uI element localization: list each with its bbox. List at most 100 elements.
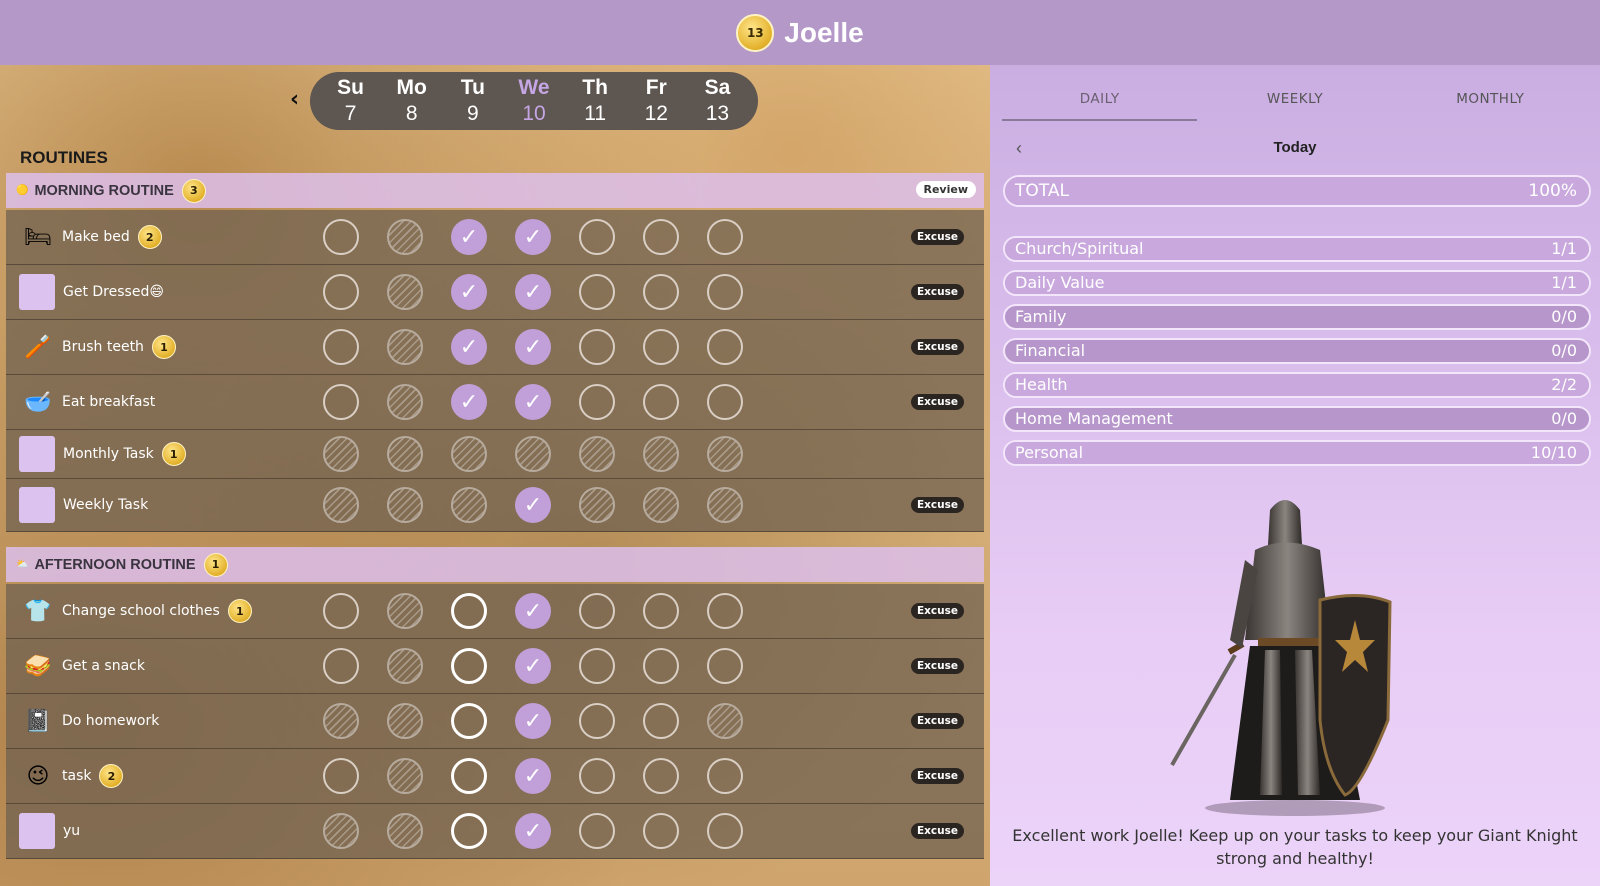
day-check-circle[interactable] <box>643 274 679 310</box>
completed-check-icon[interactable]: ✓ <box>451 384 487 420</box>
completed-check-icon[interactable]: ✓ <box>515 703 551 739</box>
day-check-circle[interactable] <box>707 219 743 255</box>
day-check-circle[interactable] <box>707 648 743 684</box>
completed-check-icon[interactable]: ✓ <box>515 384 551 420</box>
excuse-button[interactable]: Excuse <box>910 497 964 513</box>
day-we[interactable]: We 10 <box>503 75 564 127</box>
day-check-circle[interactable] <box>579 648 615 684</box>
completed-check-icon[interactable]: ✓ <box>451 329 487 365</box>
review-button[interactable]: Review <box>915 181 976 198</box>
tab-monthly[interactable]: MONTHLY <box>1393 87 1588 121</box>
day-check-circle[interactable] <box>323 648 359 684</box>
day-check-circle[interactable] <box>643 758 679 794</box>
bed-icon: 🛏 <box>24 224 52 250</box>
day-check-circle[interactable] <box>643 384 679 420</box>
prev-week-chevron-icon[interactable]: ‹ <box>290 87 299 112</box>
day-check-circle <box>643 487 679 523</box>
day-date: 11 <box>584 102 607 125</box>
excuse-button[interactable]: Excuse <box>910 284 964 300</box>
excuse-button[interactable]: Excuse <box>910 658 964 674</box>
category-bar: Church/Spiritual 1/1 <box>1003 236 1591 262</box>
day-check-circle[interactable] <box>707 329 743 365</box>
task-row: yu ✓ Excuse <box>6 804 984 859</box>
completed-check-icon[interactable]: ✓ <box>515 487 551 523</box>
completed-check-icon[interactable]: ✓ <box>515 593 551 629</box>
completed-check-icon[interactable]: ✓ <box>451 219 487 255</box>
day-sa[interactable]: Sa 13 <box>687 75 748 127</box>
day-check-circle[interactable] <box>451 703 487 739</box>
completed-check-icon[interactable]: ✓ <box>515 813 551 849</box>
tab-weekly[interactable]: WEEKLY <box>1197 87 1392 121</box>
day-check-circle[interactable] <box>707 758 743 794</box>
routine-group-header[interactable]: 🟡 MORNING ROUTINE 3 Review <box>6 173 984 208</box>
completed-check-icon[interactable]: ✓ <box>451 274 487 310</box>
task-placeholder-icon <box>19 487 55 523</box>
completed-check-icon[interactable]: ✓ <box>515 758 551 794</box>
day-check-circle[interactable] <box>579 813 615 849</box>
week-selector: Su 7 Mo 8 Tu 9 We 10 Th 11 Fr 12 Sa 13 <box>310 72 758 130</box>
day-check-circle[interactable] <box>323 329 359 365</box>
bowl-icon: 🥣 <box>24 389 52 415</box>
day-check-circle[interactable] <box>323 384 359 420</box>
day-check-circle[interactable] <box>579 219 615 255</box>
day-check-circle <box>387 329 423 365</box>
day-check-circle[interactable] <box>323 274 359 310</box>
day-fr[interactable]: Fr 12 <box>626 75 687 127</box>
day-tu[interactable]: Tu 9 <box>442 75 503 127</box>
day-check-circle[interactable] <box>451 648 487 684</box>
day-su[interactable]: Su 7 <box>320 75 381 127</box>
day-check-circle[interactable] <box>451 593 487 629</box>
day-check-circle[interactable] <box>323 758 359 794</box>
day-name: Tu <box>460 76 485 99</box>
category-bar-fill <box>1005 442 1589 464</box>
day-check-circle[interactable] <box>707 593 743 629</box>
day-check-circle[interactable] <box>707 384 743 420</box>
day-check-circle <box>579 487 615 523</box>
day-check-circle[interactable] <box>579 274 615 310</box>
day-check-circle[interactable] <box>643 593 679 629</box>
day-check-circle[interactable] <box>579 758 615 794</box>
day-check-circle[interactable] <box>579 593 615 629</box>
task-day-cells: ✓ ✓ <box>323 375 771 429</box>
excuse-button[interactable]: Excuse <box>910 603 964 619</box>
coin-count: 13 <box>746 25 764 40</box>
completed-check-icon[interactable]: ✓ <box>515 648 551 684</box>
day-check-circle[interactable] <box>451 758 487 794</box>
day-check-circle[interactable] <box>323 219 359 255</box>
day-check-circle[interactable] <box>451 813 487 849</box>
day-check-circle[interactable] <box>707 813 743 849</box>
day-name: Th <box>582 76 608 99</box>
day-check-circle[interactable] <box>643 329 679 365</box>
category-value: 2/2 <box>1551 375 1577 394</box>
excuse-button[interactable]: Excuse <box>910 768 964 784</box>
day-check-circle[interactable] <box>323 593 359 629</box>
completed-check-icon[interactable]: ✓ <box>515 219 551 255</box>
completed-check-icon[interactable]: ✓ <box>515 274 551 310</box>
day-th[interactable]: Th 11 <box>565 75 626 127</box>
task-row: 🥣 Eat breakfast ✓ ✓ Excuse <box>6 375 984 430</box>
day-check-circle[interactable] <box>579 384 615 420</box>
period-label: Today <box>1273 139 1317 156</box>
excuse-button[interactable]: Excuse <box>910 823 964 839</box>
prev-period-chevron-icon[interactable]: ‹ <box>1016 136 1022 160</box>
excuse-button[interactable]: Excuse <box>910 339 964 355</box>
day-check-circle[interactable] <box>643 648 679 684</box>
total-progress-bar: TOTAL 100% <box>1003 175 1591 207</box>
day-check-circle[interactable] <box>707 274 743 310</box>
day-mo[interactable]: Mo 8 <box>381 75 442 127</box>
tab-daily[interactable]: DAILY <box>1002 87 1198 121</box>
day-check-circle[interactable] <box>579 329 615 365</box>
period-selector: ‹ Today <box>1002 136 1588 160</box>
day-check-circle[interactable] <box>643 703 679 739</box>
day-check-circle[interactable] <box>579 703 615 739</box>
excuse-button[interactable]: Excuse <box>910 229 964 245</box>
completed-check-icon[interactable]: ✓ <box>515 329 551 365</box>
day-check-circle[interactable] <box>643 813 679 849</box>
task-name: Eat breakfast <box>62 394 156 410</box>
excuse-button[interactable]: Excuse <box>910 394 964 410</box>
routine-group-header[interactable]: ⛅ AFTERNOON ROUTINE 1 <box>6 547 984 582</box>
day-check-circle <box>323 436 359 472</box>
day-check-circle <box>323 813 359 849</box>
excuse-button[interactable]: Excuse <box>910 713 964 729</box>
day-check-circle[interactable] <box>643 219 679 255</box>
